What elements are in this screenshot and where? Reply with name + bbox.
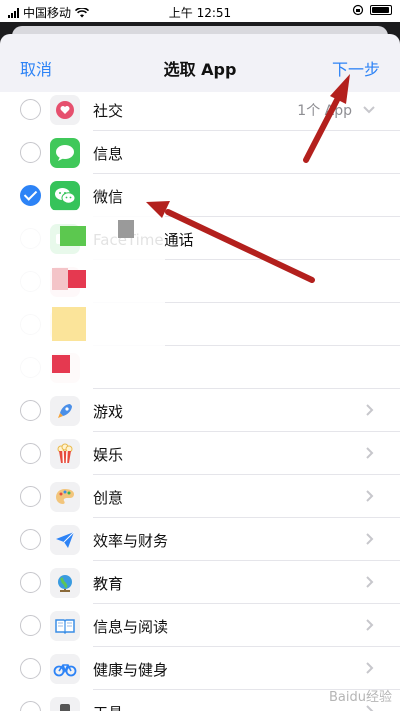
row-label: 信息与阅读	[93, 618, 169, 636]
select-radio-checked[interactable]	[20, 185, 41, 206]
chevron-right-icon[interactable]	[360, 487, 378, 505]
blurred-app-icon	[60, 226, 86, 246]
status-time: 上午 12:51	[168, 6, 232, 20]
list-item-education[interactable]: 教育	[0, 561, 400, 604]
select-radio[interactable]	[20, 443, 41, 464]
list-item-creativity[interactable]: 创意	[0, 475, 400, 518]
chevron-right-icon[interactable]	[360, 573, 378, 591]
wechat-icon	[50, 181, 80, 211]
list-item-news-reading[interactable]: 信息与阅读	[0, 604, 400, 647]
list-item-productivity-finance[interactable]: 效率与财务	[0, 518, 400, 561]
row-label: 信息	[93, 145, 124, 163]
row-label: 游戏	[93, 403, 124, 421]
blurred-app-icon	[68, 270, 86, 288]
row-label: 效率与财务	[93, 532, 169, 550]
list-item-games[interactable]: 游戏	[0, 389, 400, 432]
book-icon	[50, 611, 80, 641]
select-radio[interactable]	[20, 529, 41, 550]
select-radio[interactable]	[20, 572, 41, 593]
list-item-messages[interactable]: 信息	[0, 131, 400, 174]
row-label: 创意	[93, 489, 124, 507]
chevron-right-icon[interactable]	[360, 659, 378, 677]
select-radio[interactable]	[20, 486, 41, 507]
row-label: 娱乐	[93, 446, 124, 464]
messages-icon	[50, 138, 80, 168]
watermark: Baidu经验	[329, 690, 392, 705]
battery-icon	[370, 5, 392, 15]
status-right	[352, 4, 392, 16]
select-radio[interactable]	[20, 99, 41, 120]
list-item-entertainment[interactable]: 娱乐	[0, 432, 400, 475]
globe-icon	[50, 568, 80, 598]
list-item-health-fitness[interactable]: 健康与健身	[0, 647, 400, 690]
row-count: 1个 App	[297, 103, 352, 119]
row-label: 健康与健身	[93, 661, 169, 679]
paper-plane-icon	[50, 525, 80, 555]
nav-bar: 取消 选取 App 下一步	[0, 34, 400, 92]
select-radio[interactable]	[20, 615, 41, 636]
row-label: 教育	[93, 575, 124, 593]
select-radio[interactable]	[20, 701, 41, 711]
select-radio[interactable]	[20, 658, 41, 679]
tools-icon	[50, 697, 80, 711]
palette-icon	[50, 482, 80, 512]
popcorn-icon	[50, 439, 80, 469]
next-step-button[interactable]: 下一步	[332, 56, 380, 80]
row-label: 社交	[93, 102, 124, 120]
chevron-right-icon[interactable]	[360, 444, 378, 462]
row-label: 微信	[93, 188, 124, 206]
row-label: 工具	[93, 702, 123, 711]
app-category-list: 社交 1个 App 信息 微信 游戏 娱乐 创意 效率与财务 教育 信息与阅读 …	[0, 92, 400, 711]
social-heart-icon	[50, 95, 80, 125]
chevron-right-icon[interactable]	[360, 401, 378, 419]
chevron-right-icon[interactable]	[360, 616, 378, 634]
select-radio[interactable]	[20, 142, 41, 163]
privacy-mask-edge	[0, 122, 18, 385]
orientation-lock-icon	[352, 4, 364, 16]
chevron-down-icon[interactable]	[360, 100, 378, 118]
bicycle-icon	[50, 654, 80, 684]
blurred-app-icon	[52, 355, 70, 373]
blurred-app-icon	[52, 307, 86, 341]
select-radio[interactable]	[20, 400, 41, 421]
privacy-mask	[118, 220, 134, 238]
rocket-icon	[50, 396, 80, 426]
status-bar: 中国移动 上午 12:51	[0, 0, 400, 22]
blurred-app-icon	[52, 268, 68, 290]
chevron-right-icon[interactable]	[360, 530, 378, 548]
list-item-social[interactable]: 社交 1个 App	[0, 88, 400, 131]
